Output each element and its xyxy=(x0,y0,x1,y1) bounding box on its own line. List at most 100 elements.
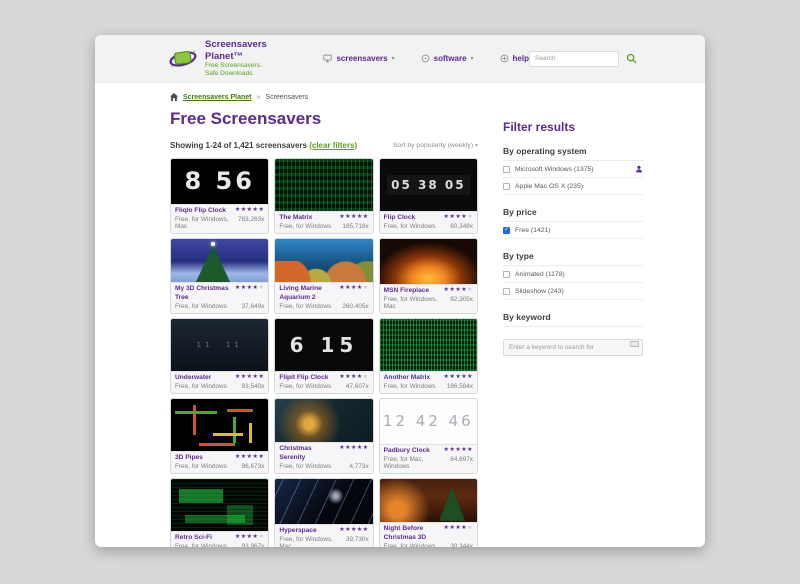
screensaver-grid: 8 56 Fliqlo Flip Clock ★★★★★ Free, for Wind… xyxy=(170,158,478,547)
screensaver-title-link[interactable]: Retro Sci-Fi xyxy=(175,534,212,542)
license-platform-text: Free, for Windows xyxy=(384,543,436,547)
screensaver-card[interactable]: Another Matrix★★★★★Free, for Windows186,… xyxy=(379,318,478,394)
rating-stars: ★★★★★ xyxy=(444,525,473,533)
filter-group: By typeAnimated (1178) Slideshow (243) xyxy=(503,251,643,300)
screensaver-card[interactable]: Christmas Serenity★★★★★Free, for Windows… xyxy=(274,398,373,474)
screensaver-thumbnail-fireplace[interactable] xyxy=(380,239,477,284)
results-count-text: Showing 1-24 of 1,421 screensavers xyxy=(170,141,307,150)
checkbox-checked[interactable]: ✓ xyxy=(503,227,510,234)
card-caption: Hyperspace★★★★★Free, for Windows, Mac39,… xyxy=(275,524,372,547)
breadcrumb-home-link[interactable]: Screensavers Planet xyxy=(183,94,252,101)
license-platform-text: Free, for Windows, Mac xyxy=(384,296,451,310)
download-count: 4,773x xyxy=(349,463,368,470)
screensaver-thumbnail-matrix[interactable] xyxy=(275,159,372,211)
screensaver-thumbnail-aquarium[interactable] xyxy=(275,239,372,283)
filter-option[interactable]: Slideshow (243) xyxy=(503,283,643,300)
screensaver-thumbnail-fliqlo[interactable]: 8 56 xyxy=(171,159,268,204)
person-icon xyxy=(635,165,643,173)
home-icon[interactable] xyxy=(170,93,178,101)
license-platform-text: Free, for Windows xyxy=(279,223,331,230)
screensaver-card[interactable]: Hyperspace★★★★★Free, for Windows, Mac39,… xyxy=(274,478,373,547)
filter-group-heading: By type xyxy=(503,251,643,266)
chevron-down-icon: ▾ xyxy=(392,55,395,62)
rating-stars: ★★★★★ xyxy=(339,214,368,222)
nav-item-help[interactable]: help xyxy=(500,54,529,63)
screensaver-thumbnail-matrix2[interactable] xyxy=(380,319,477,371)
screensaver-card[interactable]: 8 56Fliqlo Flip Clock★★★★★Free, for Wind… xyxy=(170,158,269,234)
screensaver-title-link[interactable]: Flipit Flip Clock xyxy=(279,374,328,382)
screensaver-card[interactable]: My 3D Christmas Tree★★★★★Free, for Windo… xyxy=(170,238,269,314)
download-count: 37,649x xyxy=(242,303,265,310)
screensaver-thumbnail-nightxmas[interactable] xyxy=(380,479,477,523)
sort-dropdown[interactable]: Sort by popularity (weekly) ▾ xyxy=(393,142,478,149)
screensaver-title-link[interactable]: Christmas Serenity xyxy=(279,445,336,461)
monitor-icon xyxy=(323,54,332,63)
filter-sidebar: Filter results By operating systemMicros… xyxy=(503,101,643,356)
screensaver-card[interactable]: 11 11Underwater★★★★★Free, for Windows93,… xyxy=(170,318,269,394)
nav-item-software[interactable]: software▾ xyxy=(421,54,474,63)
nav-label: help xyxy=(513,54,529,63)
screensaver-title-link[interactable]: 3D Pipes xyxy=(175,454,203,462)
screensaver-title-link[interactable]: My 3D Christmas Tree xyxy=(175,285,232,301)
screensaver-card[interactable]: 05 38 05Flip Clock★★★★★Free, for Windows… xyxy=(379,158,478,234)
screensaver-card[interactable]: MSN Fireplace★★★★★Free, for Windows, Mac… xyxy=(379,238,478,314)
rating-stars: ★★★★★ xyxy=(339,285,368,293)
screensaver-thumbnail-serenity[interactable] xyxy=(275,399,372,443)
filter-group: By price✓Free (1421) xyxy=(503,207,643,239)
screensaver-thumbnail-padbury[interactable]: 12 42 46 xyxy=(380,399,477,444)
download-count: 783,263x xyxy=(238,216,264,230)
screensaver-card[interactable]: 6 15Flipit Flip Clock★★★★★Free, for Wind… xyxy=(274,318,373,394)
download-count: 60,348x xyxy=(450,223,473,230)
search-icon[interactable] xyxy=(626,53,637,64)
screensaver-card[interactable]: 3D Pipes★★★★★Free, for Windows96,673x xyxy=(170,398,269,474)
nav-item-screensavers[interactable]: screensavers▾ xyxy=(323,54,394,63)
screensaver-card[interactable]: Night Before Christmas 3D★★★★★ Free, for … xyxy=(379,478,478,547)
page-title: Free Screensavers xyxy=(170,110,478,128)
card-caption: Flipit Flip Clock★★★★★Free, for Windows4… xyxy=(275,371,372,393)
screensaver-thumbnail-hyperspace[interactable] xyxy=(275,479,372,524)
screensaver-title-link[interactable]: Fliqlo Flip Clock xyxy=(175,207,226,215)
screensaver-title-link[interactable]: Night Before Christmas 3D xyxy=(384,525,441,541)
filter-option[interactable]: ✓ Free (1421) xyxy=(503,222,643,239)
screensaver-title-link[interactable]: Living Marine Aquarium 2 xyxy=(279,285,336,301)
checkbox[interactable] xyxy=(503,183,510,190)
screensaver-title-link[interactable]: The Matrix xyxy=(279,214,312,222)
filter-option-label: Slideshow (243) xyxy=(515,288,643,295)
keyboard-icon[interactable] xyxy=(630,341,639,347)
card-caption: Living Marine Aquarium 2★★★★★Free, for W… xyxy=(275,282,372,312)
screensaver-thumbnail-pipes[interactable] xyxy=(171,399,268,451)
screensaver-card[interactable]: Retro Sci-Fi★★★★★Free, for Windows93,967… xyxy=(170,478,269,547)
keyword-input[interactable] xyxy=(503,339,643,356)
screensaver-thumbnail-flipit[interactable]: 6 15 xyxy=(275,319,372,371)
screensaver-title-link[interactable]: MSN Fireplace xyxy=(384,287,429,295)
download-count: 82,305x xyxy=(450,296,473,310)
screensaver-title-link[interactable]: Flip Clock xyxy=(384,214,416,222)
screensaver-thumbnail-xmastree[interactable] xyxy=(171,239,268,283)
screensaver-title-link[interactable]: Hyperspace xyxy=(279,527,316,535)
screensaver-card[interactable]: Living Marine Aquarium 2★★★★★Free, for W… xyxy=(274,238,373,314)
screensaver-title-link[interactable]: Underwater xyxy=(175,374,211,382)
card-caption: My 3D Christmas Tree★★★★★Free, for Windo… xyxy=(171,282,268,312)
thumbnail-digits: 05 38 05 xyxy=(387,175,469,195)
checkbox[interactable] xyxy=(503,271,510,278)
checkbox[interactable] xyxy=(503,166,510,173)
filter-option[interactable]: Microsoft Windows (1375) xyxy=(503,161,643,178)
screensaver-title-link[interactable]: Padbury Clock xyxy=(384,447,430,455)
person-icon xyxy=(635,165,643,173)
clear-filters-link[interactable]: (clear filters) xyxy=(309,141,357,150)
license-platform-text: Free, for Windows xyxy=(384,223,436,230)
checkbox[interactable] xyxy=(503,288,510,295)
screensaver-thumbnail-underwater[interactable]: 11 11 xyxy=(171,319,268,371)
brand-text[interactable]: Screensavers Planet™ Free Screensavers. … xyxy=(205,39,271,77)
screensaver-card[interactable]: The Matrix★★★★★Free, for Windows185,718x xyxy=(274,158,373,234)
filter-option[interactable]: Apple Mac OS X (235) xyxy=(503,178,643,195)
card-caption: 3D Pipes★★★★★Free, for Windows96,673x xyxy=(171,451,268,473)
screensaver-card[interactable]: 12 42 46Padbury Clock★★★★★Free, for Mac,… xyxy=(379,398,478,474)
screensaver-thumbnail-flipclock[interactable]: 05 38 05 xyxy=(380,159,477,211)
license-platform-text: Free, for Windows, Mac xyxy=(279,536,346,547)
filter-option-label: Free (1421) xyxy=(515,227,643,234)
screensaver-thumbnail-retroscifi[interactable] xyxy=(171,479,268,531)
search-input[interactable] xyxy=(529,51,619,67)
screensaver-title-link[interactable]: Another Matrix xyxy=(384,374,431,382)
filter-option[interactable]: Animated (1178) xyxy=(503,266,643,283)
